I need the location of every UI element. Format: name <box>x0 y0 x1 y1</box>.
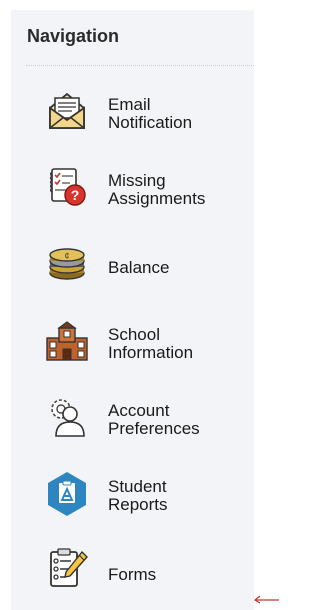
svg-text:?: ? <box>71 187 80 203</box>
navigation-heading: Navigation <box>27 26 120 46</box>
nav-item-balance[interactable]: ¢ Balance <box>22 240 242 296</box>
nav-item-email-notification[interactable]: Email Notification <box>22 86 242 142</box>
nav-item-school-information[interactable]: School Information <box>22 316 242 372</box>
navigation-panel: Navigation Email Notification ? Missing … <box>11 10 254 610</box>
nav-item-account-preferences[interactable]: Account Preferences <box>22 392 242 448</box>
account-gear-icon <box>44 394 90 440</box>
nav-item-label: Student Reports <box>108 477 168 514</box>
student-reports-icon <box>44 470 90 516</box>
nav-item-forms[interactable]: Forms <box>22 544 242 600</box>
email-envelope-icon <box>44 88 90 134</box>
nav-item-student-reports[interactable]: Student Reports <box>22 468 242 524</box>
indicator-arrow-icon <box>253 595 279 604</box>
nav-item-label: Forms <box>108 565 157 584</box>
nav-item-missing-assignments[interactable]: ? Missing Assignments <box>22 162 242 218</box>
nav-item-label: School Information <box>108 325 194 362</box>
school-building-icon <box>44 320 90 366</box>
navigation-divider <box>26 65 254 66</box>
nav-item-label: Balance <box>108 258 170 277</box>
nav-item-label: Missing Assignments <box>108 171 206 208</box>
nav-item-label: Email Notification <box>108 95 193 132</box>
forms-clipboard-icon <box>44 546 90 592</box>
missing-assignments-icon: ? <box>44 164 90 210</box>
nav-item-label: Account Preferences <box>108 401 200 438</box>
svg-text:¢: ¢ <box>64 251 69 261</box>
coins-icon: ¢ <box>44 240 90 286</box>
